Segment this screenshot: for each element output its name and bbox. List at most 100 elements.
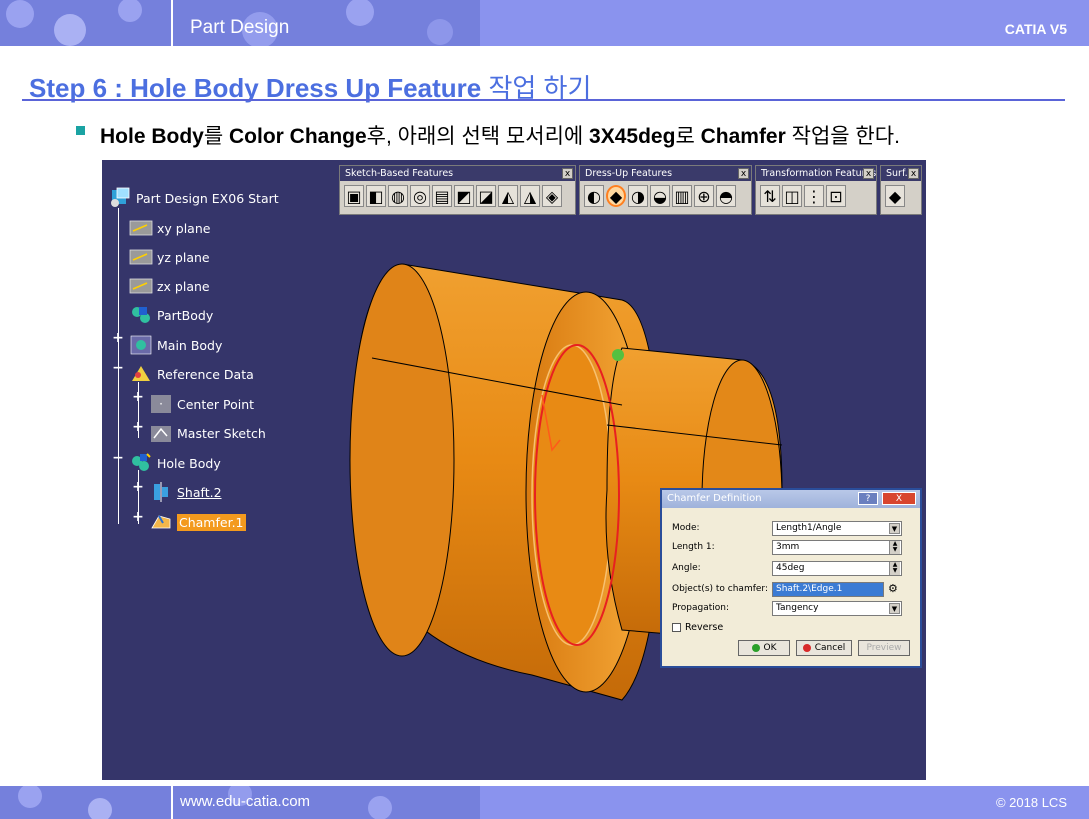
tree-item-label: xy plane [157, 220, 211, 236]
remove-face-icon[interactable]: ◓ [716, 185, 736, 207]
hole-icon[interactable]: ◎ [410, 185, 430, 207]
slot-icon[interactable]: ◪ [476, 185, 496, 207]
website-link[interactable]: www.edu-catia.com [180, 793, 310, 810]
mode-label: Mode: [672, 523, 700, 533]
rib-icon[interactable]: ◩ [454, 185, 474, 207]
instr-color-change: Color Change [229, 125, 367, 148]
tree-item-chamfer-1[interactable]: Chamfer.1 [149, 510, 246, 534]
toolbar-dress-up-features[interactable]: Dress-Up Features x ◐ ◆ ◑ ◒ ▥ ⊕ ◓ [579, 165, 752, 215]
preview-label: Preview [866, 643, 902, 653]
instr-part: 작업을 한다. [785, 125, 900, 148]
tree-item-label: Hole Body [157, 455, 221, 471]
translation-icon[interactable]: ⇅ [760, 185, 780, 207]
loft-icon[interactable]: ◮ [520, 185, 540, 207]
spinner-icon[interactable]: ▲ ▼ [889, 561, 900, 575]
product-name: CATIA V5 [1004, 21, 1067, 37]
header-band: Part Design CATIA V5 [0, 0, 1089, 46]
footer-band: www.edu-catia.com © 2018 LCS [0, 786, 1089, 819]
body-icon [132, 453, 151, 471]
chamfer-tool-icon[interactable]: ◆ [606, 185, 626, 207]
expand-icon[interactable]: + [132, 480, 144, 494]
tree-item-partbody[interactable]: PartBody [129, 303, 213, 327]
part-model-3d[interactable] [102, 160, 926, 780]
ok-label: OK [763, 643, 777, 653]
objects-value: Shaft.2\Edge.1 [776, 583, 843, 594]
close-icon[interactable]: x [738, 168, 749, 179]
collapse-icon[interactable]: − [112, 451, 124, 465]
toolbar-title: Dress-Up Features [585, 168, 673, 179]
angle-input[interactable]: 45deg ▲ ▼ [772, 560, 902, 576]
propagation-select[interactable]: Tangency ▼ [772, 600, 902, 616]
toolbar-transformation-features[interactable]: Transformation Features x ⇅ ◫ ⋮ ⊡ [755, 165, 877, 215]
toolbar-surface[interactable]: Surf... x ◆ [880, 165, 922, 215]
length-label: Length 1: [672, 542, 715, 552]
draft-icon[interactable]: ◑ [628, 185, 648, 207]
tree-item-reference-data[interactable]: Reference Data [129, 362, 254, 386]
plane-icon [129, 278, 153, 294]
stiffener-icon[interactable]: ◭ [498, 185, 518, 207]
mode-select[interactable]: Length1/Angle ▼ [772, 520, 902, 536]
chamfer-definition-dialog[interactable]: Chamfer Definition ? X Mode: Length1/Ang… [660, 488, 922, 668]
svg-text:·: · [159, 397, 163, 411]
groove-icon[interactable]: ▤ [432, 185, 452, 207]
pad-icon[interactable]: ▣ [344, 185, 364, 207]
length-input[interactable]: 3mm ▲ ▼ [772, 539, 902, 555]
spinner-icon[interactable]: ▲ ▼ [889, 540, 900, 554]
thickness-icon[interactable]: ▥ [672, 185, 692, 207]
body-icon [132, 307, 150, 323]
pocket-icon[interactable]: ◧ [366, 185, 386, 207]
chevron-down-icon[interactable]: ▼ [889, 602, 900, 614]
tree-item-center-point[interactable]: · Center Point [149, 392, 254, 416]
cancel-label: Cancel [814, 643, 846, 653]
reverse-checkbox[interactable] [672, 622, 681, 632]
selection-icon[interactable]: ⚙ [888, 582, 898, 595]
split-icon[interactable]: ◆ [885, 185, 905, 207]
tree-item-part[interactable]: Part Design EX06 Start [108, 186, 279, 210]
expand-icon[interactable]: + [132, 420, 144, 434]
remove-loft-icon[interactable]: ◈ [542, 185, 562, 207]
close-icon[interactable]: x [908, 168, 919, 179]
help-button[interactable]: ? [858, 492, 878, 505]
objects-field[interactable]: Shaft.2\Edge.1 [772, 581, 884, 597]
close-button[interactable]: X [882, 492, 916, 505]
chevron-down-icon[interactable]: ▼ [889, 522, 900, 534]
tree-item-hole-body[interactable]: Hole Body [129, 451, 221, 475]
ok-button[interactable]: OK [738, 640, 790, 656]
shell-icon[interactable]: ◒ [650, 185, 670, 207]
edge-fillet-icon[interactable]: ◐ [584, 185, 604, 207]
tree-item-zx-plane[interactable]: zx plane [129, 274, 210, 298]
tree-item-master-sketch[interactable]: Master Sketch [149, 421, 266, 445]
length-value: 3mm [776, 541, 800, 552]
expand-icon[interactable]: + [132, 390, 144, 404]
point-icon: · [151, 395, 171, 413]
preview-button[interactable]: Preview [858, 640, 910, 656]
instr-size: 3X45deg [589, 125, 676, 148]
close-icon[interactable]: x [562, 168, 573, 179]
propagation-label: Propagation: [672, 603, 730, 613]
collapse-icon[interactable]: − [112, 361, 124, 375]
reverse-label: Reverse [685, 621, 724, 633]
geometrical-set-icon [132, 366, 150, 381]
scaling-icon[interactable]: ⊡ [826, 185, 846, 207]
title-underline [22, 99, 1065, 101]
instr-part: 로 [675, 125, 701, 148]
rectangular-pattern-icon[interactable]: ⋮ [804, 185, 824, 207]
cancel-button[interactable]: Cancel [796, 640, 852, 656]
toolbar-title: Sketch-Based Features [345, 168, 454, 179]
close-icon[interactable]: x [863, 168, 874, 179]
tree-item-main-body[interactable]: Main Body [129, 333, 222, 357]
toolbar-sketch-based-features[interactable]: Sketch-Based Features x ▣ ◧ ◍ ◎ ▤ ◩ ◪ ◭ ◮… [339, 165, 576, 215]
tree-item-label: yz plane [157, 249, 210, 265]
tree-item-label: Chamfer.1 [177, 513, 246, 531]
thread-icon[interactable]: ⊕ [694, 185, 714, 207]
expand-icon[interactable]: + [132, 510, 144, 524]
tree-item-yz-plane[interactable]: yz plane [129, 245, 210, 269]
mirror-icon[interactable]: ◫ [782, 185, 802, 207]
chamfer-icon [151, 515, 171, 529]
dialog-title: Chamfer Definition [667, 493, 762, 504]
tree-item-shaft-2[interactable]: Shaft.2 [149, 480, 222, 504]
expand-icon[interactable]: + [112, 331, 124, 345]
tree-item-xy-plane[interactable]: xy plane [129, 216, 210, 240]
catia-viewport[interactable]: Part Design EX06 Start xy plane yz plane… [102, 160, 926, 780]
shaft-tool-icon[interactable]: ◍ [388, 185, 408, 207]
